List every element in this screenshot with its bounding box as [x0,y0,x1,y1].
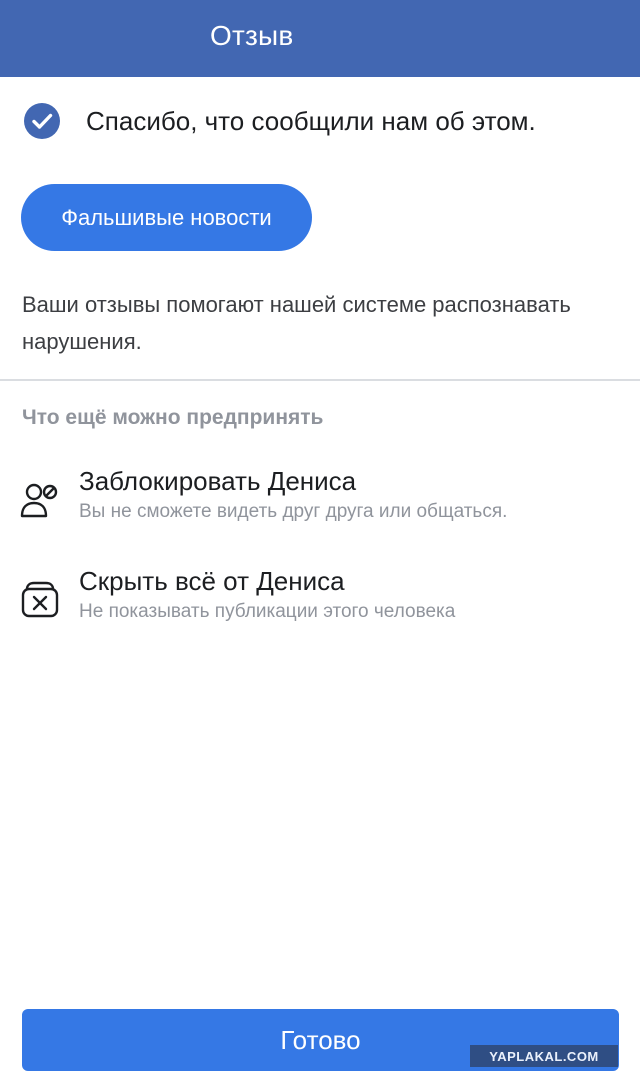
watermark: YAPLAKAL.COM [470,1045,618,1067]
header-bar: Отзыв [0,0,640,77]
hide-all-icon [21,581,59,618]
hide-all-title: Скрыть всё от Дениса [79,566,345,596]
confirmation-row: Спасибо, что сообщили нам об этом. [24,102,536,140]
block-user-action[interactable]: Заблокировать Дениса Вы не сможете видет… [0,460,640,538]
page-title: Отзыв [210,20,294,51]
report-category-tag[interactable]: Фальшивые новости [21,184,312,251]
block-user-title: Заблокировать Дениса [79,466,357,496]
confirmation-text: Спасибо, что сообщили нам об этом. [86,105,536,136]
block-user-subtitle: Вы не сможете видеть друг друга или обща… [79,501,508,522]
check-circle-icon [24,103,60,139]
block-user-icon [20,483,58,518]
section-heading: Что ещё можно предпринять [22,406,324,429]
hide-all-action[interactable]: Скрыть всё от Дениса Не показывать публи… [0,560,640,638]
divider [0,379,640,381]
feedback-screen: Отзыв Спасибо, что сообщили нам об этом.… [0,0,640,1085]
hide-all-subtitle: Не показывать публикации этого человека [79,601,456,622]
feedback-note: Ваши отзывы помогают нашей системе распо… [22,292,571,354]
